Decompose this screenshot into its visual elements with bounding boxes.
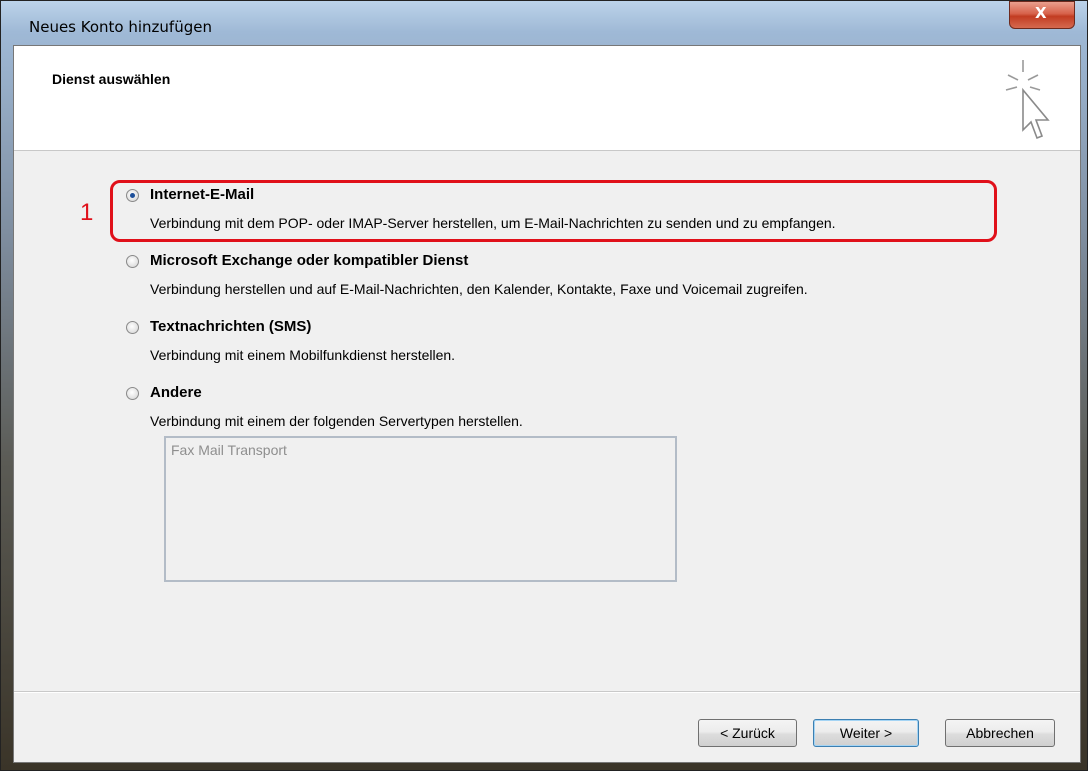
option-description: Verbindung herstellen und auf E-Mail-Nac… <box>150 281 808 297</box>
server-type-list[interactable]: Fax Mail Transport <box>164 436 677 582</box>
back-button[interactable]: < Zurück <box>698 719 797 747</box>
footer-divider <box>14 691 1080 693</box>
radio-exchange[interactable] <box>126 255 139 268</box>
close-button[interactable]: X <box>1009 1 1075 29</box>
page-title: Dienst auswählen <box>52 71 171 87</box>
dialog-client-area: Dienst auswählen Internet-E-Mail Verbind… <box>13 45 1081 763</box>
list-item[interactable]: Fax Mail Transport <box>171 442 287 458</box>
option-description: Verbindung mit einem der folgenden Serve… <box>150 413 523 429</box>
annotation-number: 1 <box>80 199 94 226</box>
option-label: Microsoft Exchange oder kompatibler Dien… <box>150 252 469 269</box>
option-description: Verbindung mit einem Mobilfunkdienst her… <box>150 347 456 363</box>
close-icon: X <box>1035 4 1047 22</box>
window-title: Neues Konto hinzufügen <box>29 18 212 36</box>
annotation-highlight <box>110 180 997 242</box>
wizard-header: Dienst auswählen <box>14 46 1080 151</box>
option-label: Textnachrichten (SMS) <box>150 318 312 335</box>
radio-sms[interactable] <box>126 321 139 334</box>
wizard-cursor-icon <box>1005 60 1050 140</box>
next-button[interactable]: Weiter > <box>813 719 919 747</box>
radio-other[interactable] <box>126 387 139 400</box>
option-label: Andere <box>150 384 202 401</box>
title-bar: Neues Konto hinzufügen X <box>9 1 1081 39</box>
cancel-button[interactable]: Abbrechen <box>945 719 1055 747</box>
window-frame: Neues Konto hinzufügen X Dienst auswähle… <box>0 0 1088 771</box>
